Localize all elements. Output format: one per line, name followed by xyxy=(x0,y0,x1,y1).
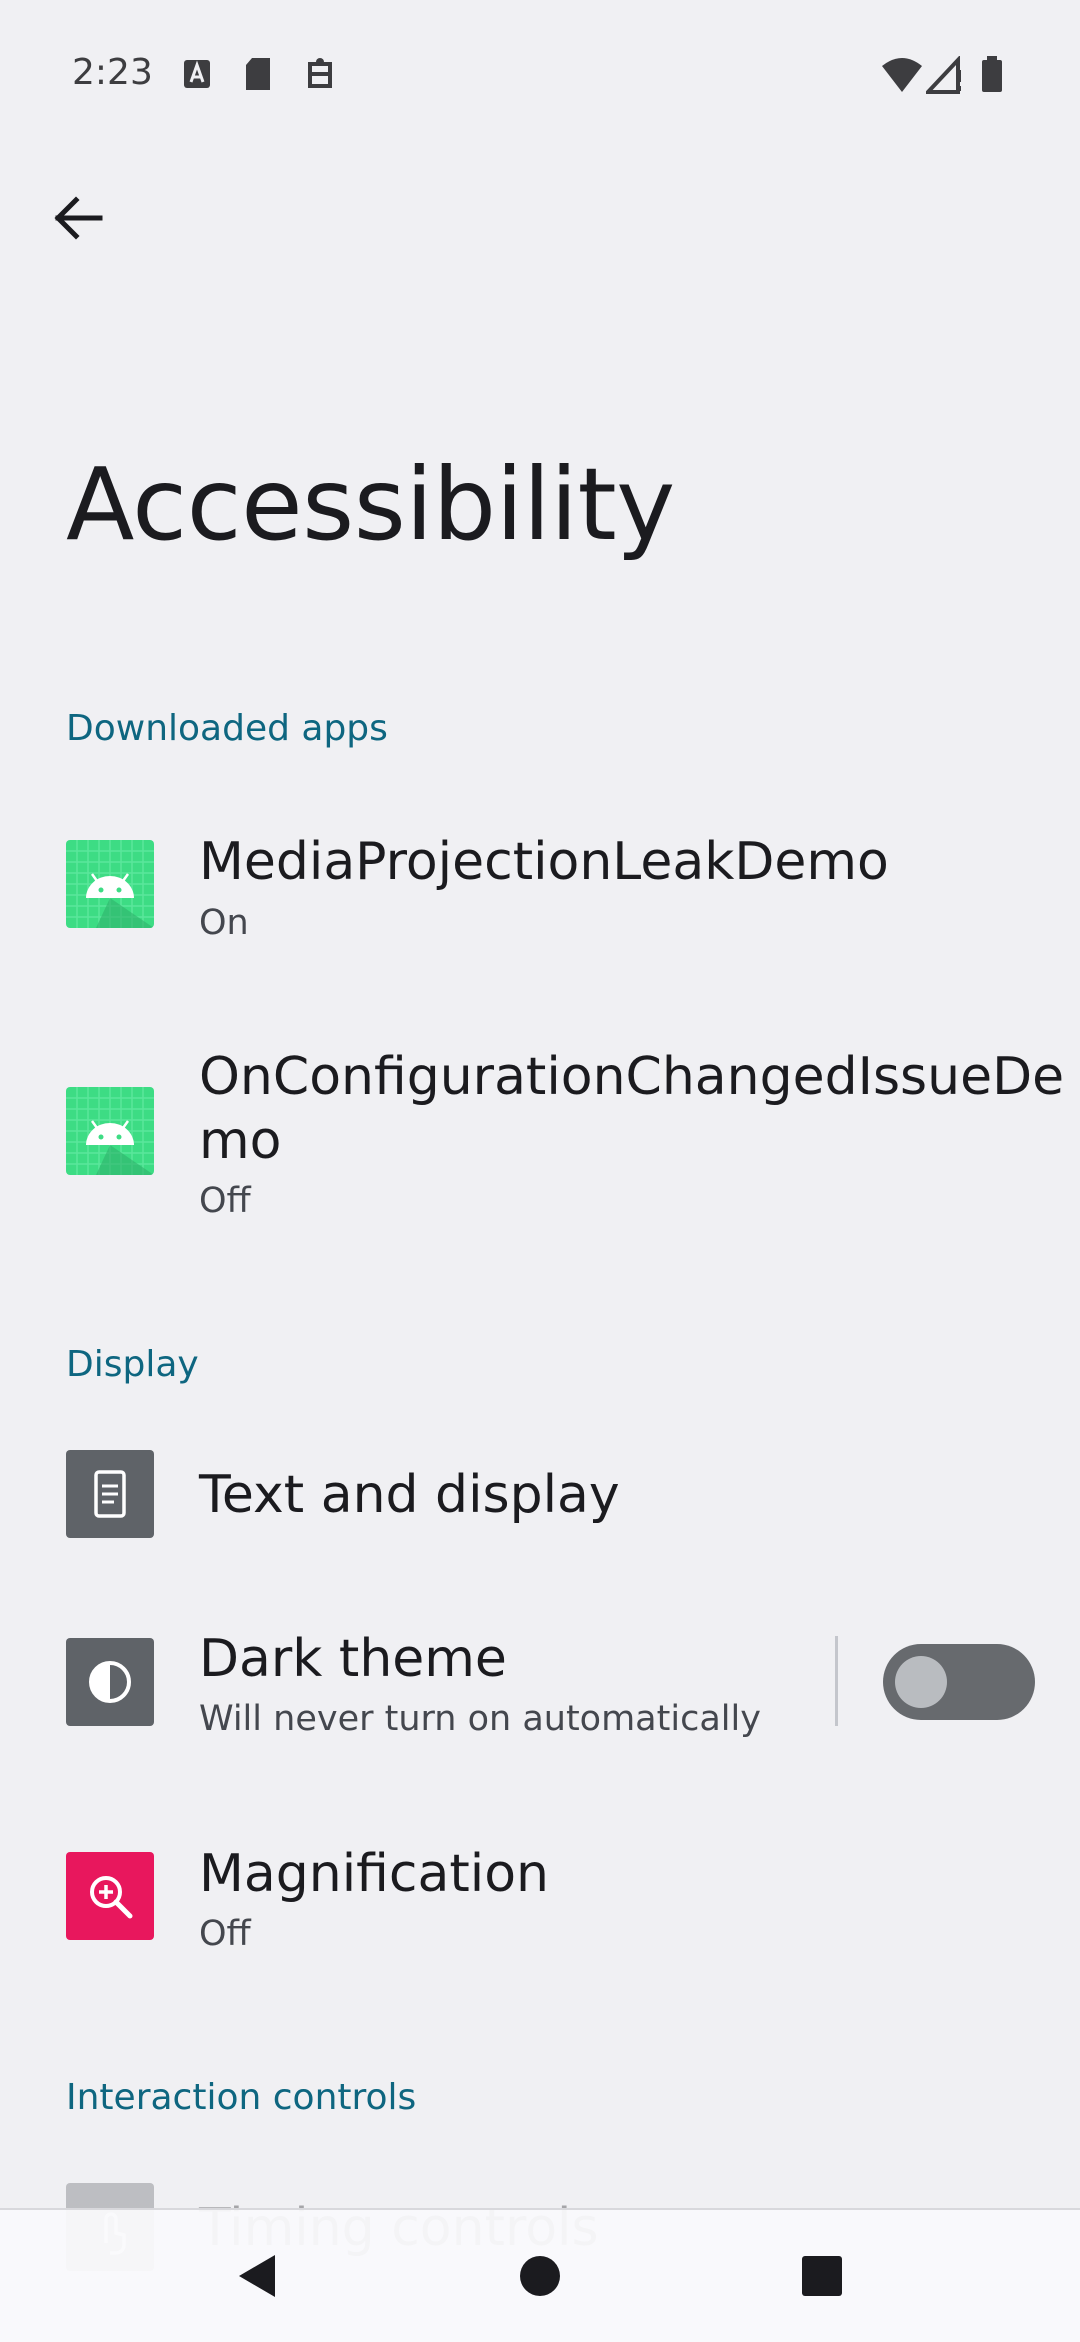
toggle-thumb xyxy=(895,1656,947,1708)
back-button[interactable] xyxy=(40,180,116,256)
home-circle-icon xyxy=(520,2256,560,2296)
android-app-icon xyxy=(66,1087,154,1175)
section-header-interaction-controls: Interaction controls xyxy=(66,2077,417,2118)
divider xyxy=(835,1636,838,1726)
section-header-display: Display xyxy=(66,1344,199,1385)
navigation-bar xyxy=(0,2208,1080,2342)
cell-signal-icon xyxy=(926,56,961,94)
item-title: MediaProjectionLeakDemo xyxy=(199,832,889,892)
dark-theme-toggle[interactable] xyxy=(883,1644,1035,1720)
item-subtitle: On xyxy=(199,903,249,943)
magnify-icon xyxy=(66,1852,154,1940)
accessibility-badge-icon xyxy=(308,58,332,88)
status-time: 2:23 xyxy=(72,52,153,93)
text-a-icon xyxy=(184,60,210,88)
nav-back-button[interactable] xyxy=(220,2238,296,2314)
item-title: Magnification xyxy=(199,1844,549,1904)
section-header-downloaded-apps: Downloaded apps xyxy=(66,708,388,749)
item-subtitle: Off xyxy=(199,1914,251,1954)
arrow-back-icon xyxy=(54,196,103,240)
nav-recents-button[interactable] xyxy=(784,2238,860,2314)
item-title: Text and display xyxy=(199,1465,620,1525)
recents-square-icon xyxy=(802,2256,842,2296)
item-title-line2: mo xyxy=(199,1111,282,1171)
item-title: Dark theme xyxy=(199,1629,507,1689)
nav-home-button[interactable] xyxy=(502,2238,578,2314)
item-subtitle: Off xyxy=(199,1181,251,1221)
page-title: Accessibility xyxy=(66,446,675,563)
battery-icon xyxy=(982,56,1002,92)
back-triangle-icon xyxy=(239,2255,275,2297)
sd-card-icon xyxy=(246,58,270,90)
item-subtitle: Will never turn on automatically xyxy=(199,1699,761,1739)
status-bar: 2:23 xyxy=(0,0,1080,150)
item-title-line1: OnConfigurationChangedIssueDe xyxy=(199,1047,1065,1107)
android-app-icon xyxy=(66,840,154,928)
text-display-icon xyxy=(66,1450,154,1538)
wifi-icon xyxy=(882,58,922,92)
dark-theme-icon xyxy=(66,1638,154,1726)
